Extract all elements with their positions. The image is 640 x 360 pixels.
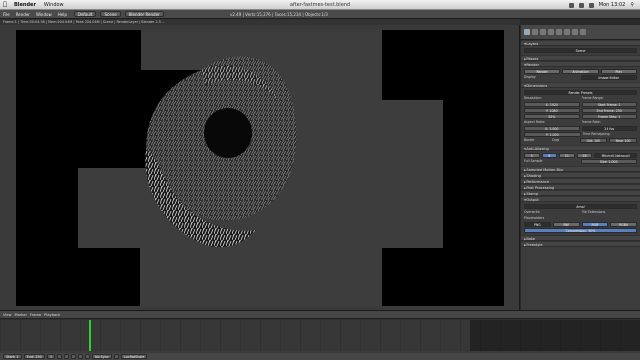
resolution-percent-field[interactable]: 50% xyxy=(524,114,580,119)
aspect-y-field[interactable]: Y: 1.000 xyxy=(524,132,581,137)
timeline-out-of-range xyxy=(470,320,640,351)
frame-rate-dropdown[interactable]: 24 fps xyxy=(581,126,637,131)
aa-samples-16[interactable]: 16 xyxy=(576,153,593,158)
apple-menu-icon[interactable]:  xyxy=(0,1,10,8)
full-sample-checkbox[interactable]: Full Sample xyxy=(524,159,579,164)
resolution-x-field[interactable]: X: 1920 xyxy=(524,102,580,107)
resolution-label: Resolution: xyxy=(524,96,542,100)
time-remapping-label: Time Remapping: xyxy=(582,132,611,136)
aa-filter-dropdown[interactable]: Mitchell-Netravali xyxy=(594,153,638,158)
format-png-dropdown[interactable]: PNG xyxy=(524,222,551,227)
color-bw-button[interactable]: BW xyxy=(552,222,580,227)
fur-torus-render xyxy=(145,56,297,248)
timeline-menu-frame[interactable]: Frame xyxy=(30,313,41,317)
properties-editor: Layers Scene Passes Render Render Animat… xyxy=(521,25,640,310)
auto-keying-icon[interactable] xyxy=(113,354,119,359)
resolution-y-field[interactable]: Y: 1080 xyxy=(524,108,580,113)
timeline-header: View Marker Frame Playback xyxy=(0,311,640,319)
file-extensions-checkbox[interactable]: File Extensions xyxy=(582,210,638,215)
timeline-menu-view[interactable]: View xyxy=(3,313,12,317)
frame-step-field[interactable]: Frame Step: 1 xyxy=(581,114,637,119)
keying-set-dropdown[interactable]: LocRotScale xyxy=(120,354,148,359)
frame-range-label: Frame Range: xyxy=(581,96,604,100)
animation-button[interactable]: Animation xyxy=(562,69,599,74)
app-menu[interactable]: Blender xyxy=(10,2,40,8)
aa-samples-11[interactable]: 11 xyxy=(559,153,575,158)
object-tab-icon[interactable] xyxy=(548,29,554,35)
end-frame-field[interactable]: End Frame: 250 xyxy=(581,108,637,113)
image-editor-viewport[interactable] xyxy=(0,25,520,310)
render-engine-dropdown[interactable]: Blender Render xyxy=(124,11,164,17)
overwrite-checkbox[interactable]: Overwrite xyxy=(524,210,580,215)
start-frame-field[interactable]: Start: 1 xyxy=(3,354,22,359)
freestyle-panel-header[interactable]: Freestyle xyxy=(521,241,640,247)
mac-menu-bar:  Blender Window after-fastmes-test.blen… xyxy=(0,0,640,10)
render-layer-field[interactable]: Scene xyxy=(524,48,637,53)
filter-size-field[interactable]: Size: 1.000 xyxy=(580,159,637,164)
aa-samples-5[interactable]: 5 xyxy=(524,153,540,158)
start-frame-field[interactable]: Start Frame: 1 xyxy=(581,102,637,107)
crop-checkbox[interactable]: Crop xyxy=(552,138,578,143)
compression-slider[interactable]: Compression: 90% xyxy=(524,228,637,233)
scene-stats: v2.49 | Verts:15,376 | Faces:15,234 | Ob… xyxy=(230,11,328,17)
particles-tab-icon[interactable] xyxy=(580,29,586,35)
next-keyframe-icon[interactable] xyxy=(77,354,83,359)
timeline-footer: Start: 1 End: 250 1 No Sync LocRotScale xyxy=(0,353,640,360)
volume-icon[interactable] xyxy=(588,2,594,8)
material-tab-icon[interactable] xyxy=(564,29,570,35)
properties-tabs xyxy=(521,25,640,40)
time-old-field[interactable]: Old: 100 xyxy=(579,138,608,143)
window-menu[interactable]: Window xyxy=(40,2,68,8)
render-presets-dropdown[interactable]: Render Presets xyxy=(524,90,637,95)
status-area: Mon 13:02 ⚲ xyxy=(568,0,634,10)
play-icon[interactable] xyxy=(70,354,76,359)
prev-keyframe-icon[interactable] xyxy=(63,354,69,359)
menu-file[interactable]: File xyxy=(0,12,13,17)
display-label: Display xyxy=(524,75,536,79)
texture-tab-icon[interactable] xyxy=(572,29,578,35)
scene-dropdown[interactable]: Scene xyxy=(100,11,121,17)
color-rgb-button[interactable]: RGB xyxy=(581,222,609,227)
menu-render[interactable]: Render xyxy=(13,12,33,17)
render-button[interactable]: Render xyxy=(524,69,561,74)
end-frame-field[interactable]: End: 250 xyxy=(23,354,45,359)
timeline-editor: View Marker Frame Playback Start: 1 End:… xyxy=(0,310,640,360)
scene-tab-icon[interactable] xyxy=(532,29,538,35)
jump-start-icon[interactable] xyxy=(56,354,62,359)
current-frame-indicator[interactable] xyxy=(89,320,91,352)
time-new-field[interactable]: New: 100 xyxy=(609,138,637,143)
border-checkbox[interactable]: Border xyxy=(524,138,550,143)
menu-window[interactable]: Window xyxy=(33,12,55,17)
aa-samples-8[interactable]: 8 xyxy=(541,153,558,158)
bluetooth-icon[interactable] xyxy=(568,2,574,8)
timeline-menu-marker[interactable]: Marker xyxy=(15,313,27,317)
play-button[interactable]: Play xyxy=(600,69,637,74)
world-tab-icon[interactable] xyxy=(540,29,546,35)
color-rgba-button[interactable]: RGBA xyxy=(610,222,637,227)
render-result-image xyxy=(16,30,504,306)
output-path-field[interactable]: /tmp/ xyxy=(524,204,637,209)
aspect-x-field[interactable]: X: 1.000 xyxy=(524,126,580,131)
blender-info-header: File Render Window Help Default Scene Bl… xyxy=(0,10,640,19)
render-tab-icon[interactable] xyxy=(524,29,530,35)
wifi-icon[interactable] xyxy=(578,2,584,8)
screen-layout-dropdown[interactable]: Default xyxy=(73,11,97,17)
jump-end-icon[interactable] xyxy=(84,354,90,359)
current-frame-field[interactable]: 1 xyxy=(46,354,55,359)
modifier-tab-icon[interactable] xyxy=(556,29,562,35)
clock[interactable]: Mon 13:02 xyxy=(599,2,626,8)
aspect-ratio-label: Aspect Ratio: xyxy=(524,120,546,124)
sync-mode-dropdown[interactable]: No Sync xyxy=(91,354,112,359)
timeline-menu-playback[interactable]: Playback xyxy=(44,313,60,317)
spotlight-icon[interactable]: ⚲ xyxy=(630,2,634,8)
menu-help[interactable]: Help xyxy=(55,12,70,17)
placeholders-checkbox[interactable]: Placeholders xyxy=(524,216,637,221)
frame-rate-label: Frame Rate: xyxy=(581,120,601,124)
window-title: after-fastmes-test.blend xyxy=(289,1,351,8)
display-dropdown[interactable]: Image Editor xyxy=(580,75,637,80)
